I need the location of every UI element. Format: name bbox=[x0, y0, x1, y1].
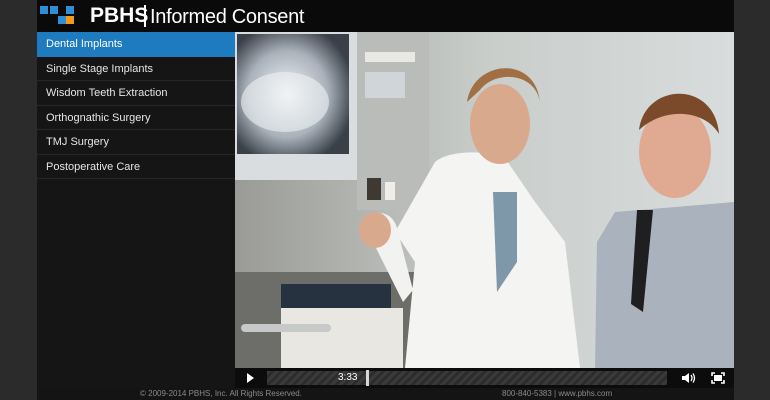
sidebar-item-postoperative-care[interactable]: Postoperative Care bbox=[37, 155, 235, 179]
brand-divider bbox=[144, 5, 146, 27]
copyright-text: © 2009-2014 PBHS, Inc. All Rights Reserv… bbox=[140, 389, 302, 398]
volume-button[interactable] bbox=[677, 369, 699, 387]
brand-name: PBHS bbox=[90, 4, 149, 27]
video-controls: 3:33 bbox=[235, 368, 734, 388]
contact-text[interactable]: 800-840-5383 | www.pbhs.com bbox=[502, 388, 612, 400]
header: PBHS Informed Consent bbox=[37, 0, 734, 32]
video-frame[interactable] bbox=[235, 32, 734, 368]
sidebar-item-dental-implants[interactable]: Dental Implants bbox=[37, 32, 235, 57]
progress-scrubber[interactable] bbox=[366, 370, 369, 386]
video-scene bbox=[235, 32, 734, 368]
play-icon bbox=[247, 373, 254, 383]
sidebar-item-single-stage-implants[interactable]: Single Stage Implants bbox=[37, 57, 235, 81]
footer: © 2009-2014 PBHS, Inc. All Rights Reserv… bbox=[37, 388, 734, 400]
volume-icon bbox=[682, 373, 696, 383]
sidebar-item-orthognathic-surgery[interactable]: Orthognathic Surgery bbox=[37, 106, 235, 130]
page-title: Informed Consent bbox=[150, 6, 305, 28]
sidebar-item-wisdom-teeth-extraction[interactable]: Wisdom Teeth Extraction bbox=[37, 81, 235, 106]
progress-bar[interactable] bbox=[267, 371, 667, 385]
sidebar: Dental Implants Single Stage Implants Wi… bbox=[37, 32, 235, 388]
fullscreen-icon bbox=[711, 372, 725, 384]
pbhs-logo-icon bbox=[40, 6, 84, 28]
app-frame: PBHS Informed Consent Dental Implants Si… bbox=[37, 0, 734, 400]
play-button[interactable] bbox=[239, 368, 261, 388]
fullscreen-button[interactable] bbox=[707, 369, 729, 387]
time-display: 3:33 bbox=[338, 372, 358, 383]
sidebar-item-tmj-surgery[interactable]: TMJ Surgery bbox=[37, 130, 235, 155]
